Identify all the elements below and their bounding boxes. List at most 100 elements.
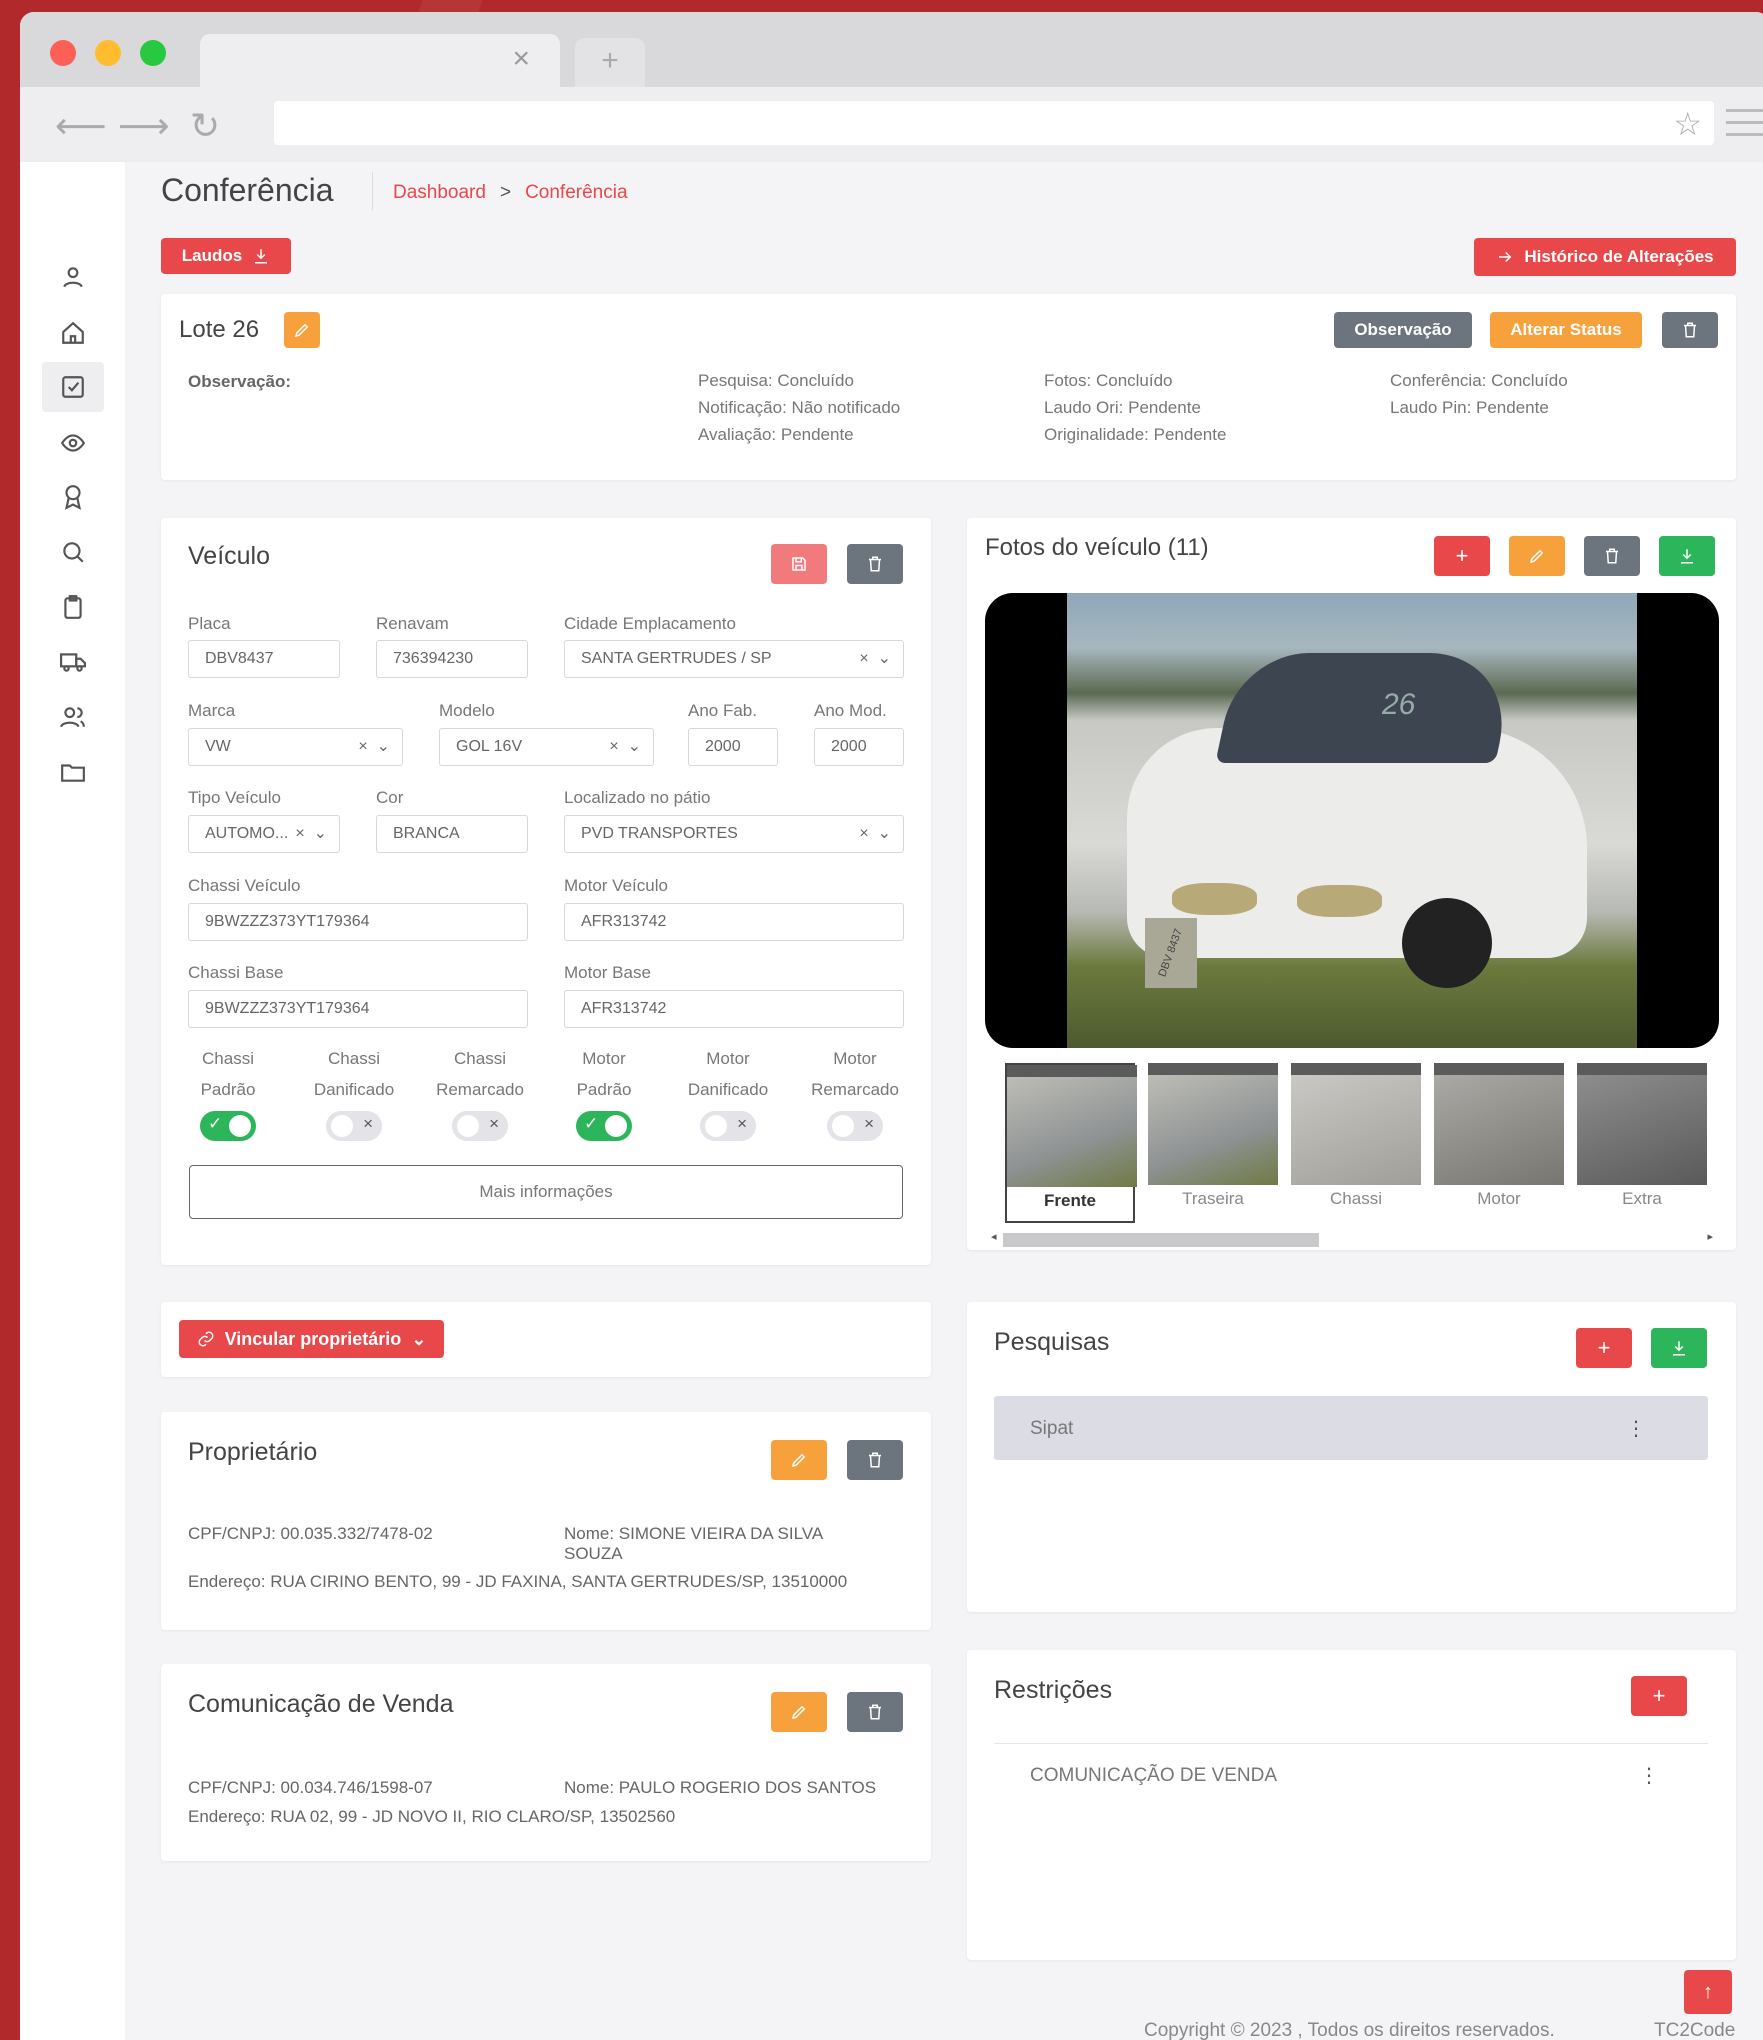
motor-remarcado-toggle[interactable]: × [827,1111,883,1141]
restricao-item: COMUNICAÇÃO DE VENDA [1030,1765,1278,1786]
clear-caret-icon[interactable]: × ⌄ [609,729,641,765]
tab-close-icon[interactable]: × [512,42,530,76]
delete-veiculo-button[interactable] [847,544,903,584]
marca-select[interactable]: VW × ⌄ [188,728,403,766]
tipo-value: AUTOMO... [205,825,289,842]
chassi-padrao-toggle[interactable]: ✓ [200,1111,256,1141]
edit-lote-button[interactable] [284,312,320,348]
award-icon[interactable] [42,472,104,522]
ano-mod-input[interactable]: 2000 [814,728,904,766]
scroll-left-icon[interactable]: ◂ [991,1230,997,1243]
delete-comunicacao-button[interactable] [847,1692,903,1732]
chassi-danificado-toggle[interactable]: × [326,1111,382,1141]
ano-fab-label: Ano Fab. [688,701,757,720]
alterar-status-button[interactable]: Alterar Status [1490,312,1642,348]
thumbnail-motor[interactable]: Motor [1434,1063,1564,1223]
modelo-select[interactable]: GOL 16V × ⌄ [439,728,654,766]
motor-danificado-toggle[interactable]: × [700,1111,756,1141]
brand-text: TC2Code [1654,2020,1736,2040]
status-conferencia: Conferência: Concluído [1390,371,1568,390]
breadcrumb-current[interactable]: Conferência [525,182,627,204]
close-window-button[interactable] [50,40,76,66]
mais-informacoes-button[interactable]: Mais informações [189,1165,903,1219]
download-pesquisa-button[interactable] [1651,1328,1707,1368]
download-icon [1673,1341,1685,1356]
cidade-select[interactable]: SANTA GERTRUDES / SP × ⌄ [564,640,904,678]
add-restricao-button[interactable]: + [1631,1676,1687,1716]
forward-arrow-icon[interactable]: ⟶ [118,105,170,147]
patio-select[interactable]: PVD TRANSPORTES × ⌄ [564,815,904,853]
scroll-right-icon[interactable]: ▸ [1707,1230,1713,1243]
list-item[interactable]: Sipat ⋮ [994,1396,1708,1460]
add-pesquisa-button[interactable]: + [1576,1328,1632,1368]
edit-comunicacao-button[interactable] [771,1692,827,1732]
delete-proprietario-button[interactable] [847,1440,903,1480]
observacao-button[interactable]: Observação [1334,312,1472,348]
chassi-veiculo-input[interactable]: 9BWZZZ373YT179364 [188,903,528,941]
user-icon[interactable] [42,252,104,302]
folder-icon[interactable] [42,747,104,797]
renavam-input[interactable]: 736394230 [376,640,528,678]
copyright-text: Copyright © 2023 , Todos os direitos res… [1144,2020,1555,2040]
chassi-remarcado-toggle[interactable]: × [452,1111,508,1141]
trash-icon [869,556,881,572]
add-photo-button[interactable]: + [1434,536,1490,576]
cor-input[interactable]: BRANCA [376,815,528,853]
thumbnail-traseira[interactable]: Traseira [1148,1063,1278,1223]
status-pesquisa: Pesquisa: Concluído [698,371,854,390]
status-originalidade: Originalidade: Pendente [1044,425,1227,444]
clear-caret-icon[interactable]: × ⌄ [859,641,891,677]
new-tab-button[interactable]: + [575,38,645,87]
clipboard-icon[interactable] [42,582,104,632]
delete-photo-button[interactable] [1584,536,1640,576]
thumbnail-scrollbar[interactable]: ◂ ▸ [985,1230,1719,1247]
tipo-select[interactable]: AUTOMO... × ⌄ [188,815,340,853]
chevron-down-icon: ⌄ [411,1328,427,1349]
kebab-menu-icon[interactable]: ⋮ [1626,1416,1646,1441]
eye-icon[interactable] [42,418,104,468]
vincular-proprietario-button[interactable]: Vincular proprietário ⌄ [179,1320,444,1358]
bookmark-star-icon[interactable]: ☆ [1673,105,1702,143]
maximize-window-button[interactable] [140,40,166,66]
kebab-menu-icon[interactable]: ⋮ [1639,1763,1659,1788]
thumbnail-chassi[interactable]: Chassi [1291,1063,1421,1223]
url-input[interactable]: ☆ [274,101,1714,145]
comunicacao-title: Comunicação de Venda [188,1690,454,1718]
motor-veiculo-input[interactable]: AFR313742 [564,903,904,941]
renavam-label: Renavam [376,614,449,633]
veiculo-title: Veículo [188,542,271,570]
breadcrumb-dashboard[interactable]: Dashboard [393,182,486,204]
back-to-top-button[interactable]: ↑ [1684,1970,1732,2014]
thumbnail-frente[interactable]: Frente [1005,1063,1137,1223]
clear-caret-icon[interactable]: × ⌄ [859,816,891,852]
motor-base-input[interactable]: AFR313742 [564,990,904,1028]
search-icon[interactable] [42,527,104,577]
clear-caret-icon[interactable]: × ⌄ [295,816,327,852]
edit-proprietario-button[interactable] [771,1440,827,1480]
back-arrow-icon[interactable]: ⟵ [55,105,107,147]
minimize-window-button[interactable] [95,40,121,66]
address-bar: ⟵ ⟶ ↻ ☆ [20,87,1763,162]
browser-tab[interactable]: × [200,34,560,87]
download-photo-button[interactable] [1659,536,1715,576]
chassi-base-input[interactable]: 9BWZZZ373YT179364 [188,990,528,1028]
delete-lote-button[interactable] [1662,312,1718,348]
thumbnail-extra[interactable]: Extra [1577,1063,1707,1223]
historico-button[interactable]: Histórico de Alterações [1474,238,1736,276]
truck-icon[interactable] [42,637,104,687]
save-veiculo-button[interactable] [771,544,827,584]
scroll-thumb[interactable] [1003,1233,1319,1247]
main-vehicle-photo[interactable]: DBV 8437 26 [985,593,1719,1048]
checklist-icon[interactable] [42,362,104,412]
edit-photo-button[interactable] [1509,536,1565,576]
fotos-title: Fotos do veículo (11) [985,534,1209,561]
placa-input[interactable]: DBV8437 [188,640,340,678]
ano-fab-input[interactable]: 2000 [688,728,778,766]
reload-icon[interactable]: ↻ [190,105,220,147]
clear-caret-icon[interactable]: × ⌄ [358,729,390,765]
browser-menu-icon[interactable] [1726,109,1763,145]
users-icon[interactable] [42,692,104,742]
laudos-button[interactable]: Laudos [161,238,291,274]
home-icon[interactable] [42,308,104,358]
motor-padrao-toggle[interactable]: ✓ [576,1111,632,1141]
